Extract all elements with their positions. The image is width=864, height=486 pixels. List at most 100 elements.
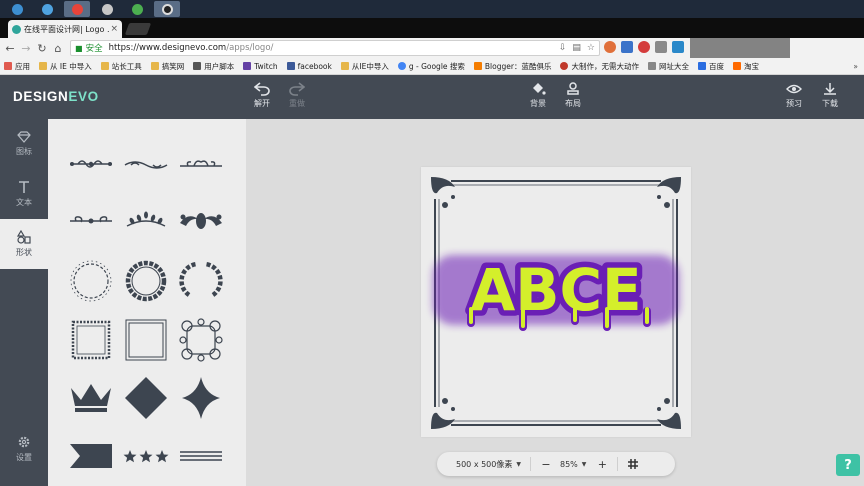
bookmark-star-icon[interactable]: ☆ xyxy=(587,43,595,53)
ornament-divider-icon xyxy=(124,161,168,169)
reload-icon[interactable]: ↻ xyxy=(34,42,50,55)
address-bar[interactable]: ■ 安全 https://www.designevo.com /apps/log… xyxy=(70,40,600,56)
shape-diamond[interactable] xyxy=(123,375,169,421)
shape-frame-dotted[interactable] xyxy=(68,317,114,363)
browser-tab-designevo[interactable]: 在线平面设计网| Logo ... × xyxy=(8,20,122,38)
wreath-icon xyxy=(70,260,112,302)
extension-icon-1[interactable] xyxy=(604,41,616,53)
shape-divider-curl[interactable] xyxy=(68,210,114,232)
logo-evo-text: EVO xyxy=(68,89,99,104)
sidebar-item-settings[interactable]: 设置 xyxy=(0,424,48,474)
shape-crown[interactable] xyxy=(68,377,114,417)
taskbar-app-chrome-2[interactable] xyxy=(124,1,150,17)
redo-button[interactable]: 重做 xyxy=(280,82,314,109)
bookmark-label: 搞笑网 xyxy=(161,61,185,71)
windows-taskbar xyxy=(0,0,864,18)
bookmark-label: 应用 xyxy=(15,61,30,71)
sidebar-item-shapes[interactable]: 形状 xyxy=(0,219,48,269)
bookmark-item[interactable]: Blogger：蓝酷俱乐 xyxy=(473,61,551,72)
download-page-icon[interactable]: ⇩ xyxy=(559,43,567,53)
download-button[interactable]: 下载 xyxy=(813,82,847,109)
taskbar-app-obs[interactable] xyxy=(154,1,180,17)
bookmarks-overflow-button[interactable]: » xyxy=(853,62,858,71)
bookmark-item[interactable]: 用户脚本 xyxy=(193,61,234,72)
shape-frame-filigree[interactable] xyxy=(178,317,224,363)
bookmark-item[interactable]: 从 IE 中导入 xyxy=(39,61,92,72)
zoom-dropdown-caret-icon[interactable]: ▼ xyxy=(582,461,587,468)
undo-button[interactable]: 解开 xyxy=(245,82,279,109)
bookmark-favicon-icon xyxy=(560,62,569,70)
bookmark-favicon-icon xyxy=(4,62,12,70)
zoom-in-button[interactable]: + xyxy=(596,458,608,471)
wreath-icon xyxy=(125,260,167,302)
tab-close-icon[interactable]: × xyxy=(110,24,118,34)
extension-icon-2[interactable] xyxy=(621,41,633,53)
shape-wreath-bold[interactable] xyxy=(123,258,169,304)
background-button[interactable]: 背景 xyxy=(521,82,555,109)
shape-divider-scroll-1[interactable] xyxy=(68,153,114,175)
back-arrow-icon[interactable]: ← xyxy=(2,42,18,55)
bookmark-item[interactable]: 大制作，无需大动作 xyxy=(560,61,639,72)
shape-divider-baroque[interactable] xyxy=(178,206,224,236)
zoom-level-select[interactable]: 85% xyxy=(560,460,578,469)
bookmark-item[interactable]: facebook xyxy=(286,61,332,71)
logo-text-art[interactable]: ABCE ABCE xyxy=(421,167,691,437)
three-stars-icon xyxy=(123,450,169,463)
logo-artboard[interactable]: ABCE ABCE xyxy=(421,167,691,437)
help-button[interactable]: ? xyxy=(836,454,860,476)
shape-four-point-star[interactable] xyxy=(178,375,224,421)
zoom-out-button[interactable]: − xyxy=(540,458,552,471)
extension-icon-5[interactable] xyxy=(672,41,684,53)
shape-frame-corner[interactable] xyxy=(123,317,169,363)
shape-divider-laurel[interactable] xyxy=(123,208,169,234)
size-dropdown-caret-icon[interactable]: ▼ xyxy=(516,461,521,468)
background-label: 背景 xyxy=(530,99,546,108)
bookmark-item[interactable]: 从IE中导入 xyxy=(340,61,389,72)
bookmark-item[interactable]: Twitch xyxy=(243,62,278,71)
shape-wreath-thin[interactable] xyxy=(68,258,114,304)
sidebar-item-text[interactable]: 文本 xyxy=(0,169,48,219)
shape-divider-flourish[interactable] xyxy=(178,153,224,175)
bookmark-item[interactable]: 百度 xyxy=(697,61,724,72)
shape-divider-swirl[interactable] xyxy=(123,153,169,175)
gear-icon xyxy=(18,436,30,448)
bookmark-label: 大制作，无需大动作 xyxy=(571,61,639,71)
layout-button[interactable]: 布局 xyxy=(556,82,590,109)
new-tab-button[interactable] xyxy=(124,23,152,35)
shape-wreath-laurel[interactable] xyxy=(178,258,224,304)
home-icon[interactable]: ⌂ xyxy=(50,42,66,55)
extension-icon-4[interactable] xyxy=(655,41,667,53)
bookmark-item[interactable]: 站长工具 xyxy=(100,61,142,72)
shape-three-stars[interactable] xyxy=(123,445,169,467)
bookmark-item[interactable]: g - Google 搜索 xyxy=(397,61,465,72)
bookmark-label: g - Google 搜索 xyxy=(408,61,465,71)
bookmark-item[interactable]: 应用 xyxy=(4,61,30,72)
ornament-divider-icon xyxy=(70,160,112,168)
sidebar-item-label: 设置 xyxy=(16,453,32,462)
shape-lines[interactable] xyxy=(178,445,224,467)
taskbar-app-chrome[interactable] xyxy=(64,1,90,17)
extension-icon-3[interactable] xyxy=(638,41,650,53)
sidebar-item-icons[interactable]: 图标 xyxy=(0,119,48,169)
bookmark-favicon-icon xyxy=(340,62,349,70)
shape-banner[interactable] xyxy=(68,441,114,471)
bookmark-favicon-icon xyxy=(193,62,202,70)
grid-icon[interactable] xyxy=(627,458,639,470)
start-button[interactable] xyxy=(4,1,30,17)
taskbar-app-player[interactable] xyxy=(94,1,120,17)
designevo-logo[interactable]: DESIGNEVO xyxy=(13,89,99,104)
forward-arrow-icon[interactable]: → xyxy=(18,42,34,55)
bookmark-item[interactable]: 搞笑网 xyxy=(150,61,185,72)
sidebar-item-label: 文本 xyxy=(16,198,32,207)
canvas-size-select[interactable]: 500 x 500像素 xyxy=(456,459,512,470)
translate-icon[interactable]: ▤ xyxy=(572,43,581,53)
preview-button[interactable]: 预习 xyxy=(777,82,811,109)
ornament-divider-icon xyxy=(180,160,222,167)
taskbar-app-ie[interactable] xyxy=(34,1,60,17)
download-icon xyxy=(824,83,836,95)
bookmark-item[interactable]: 网址大全 xyxy=(647,61,689,72)
bookmark-item[interactable]: 淘宝 xyxy=(732,61,759,72)
redo-icon xyxy=(289,82,305,96)
shapes-panel xyxy=(48,119,246,486)
bookmark-label: facebook xyxy=(297,61,332,71)
